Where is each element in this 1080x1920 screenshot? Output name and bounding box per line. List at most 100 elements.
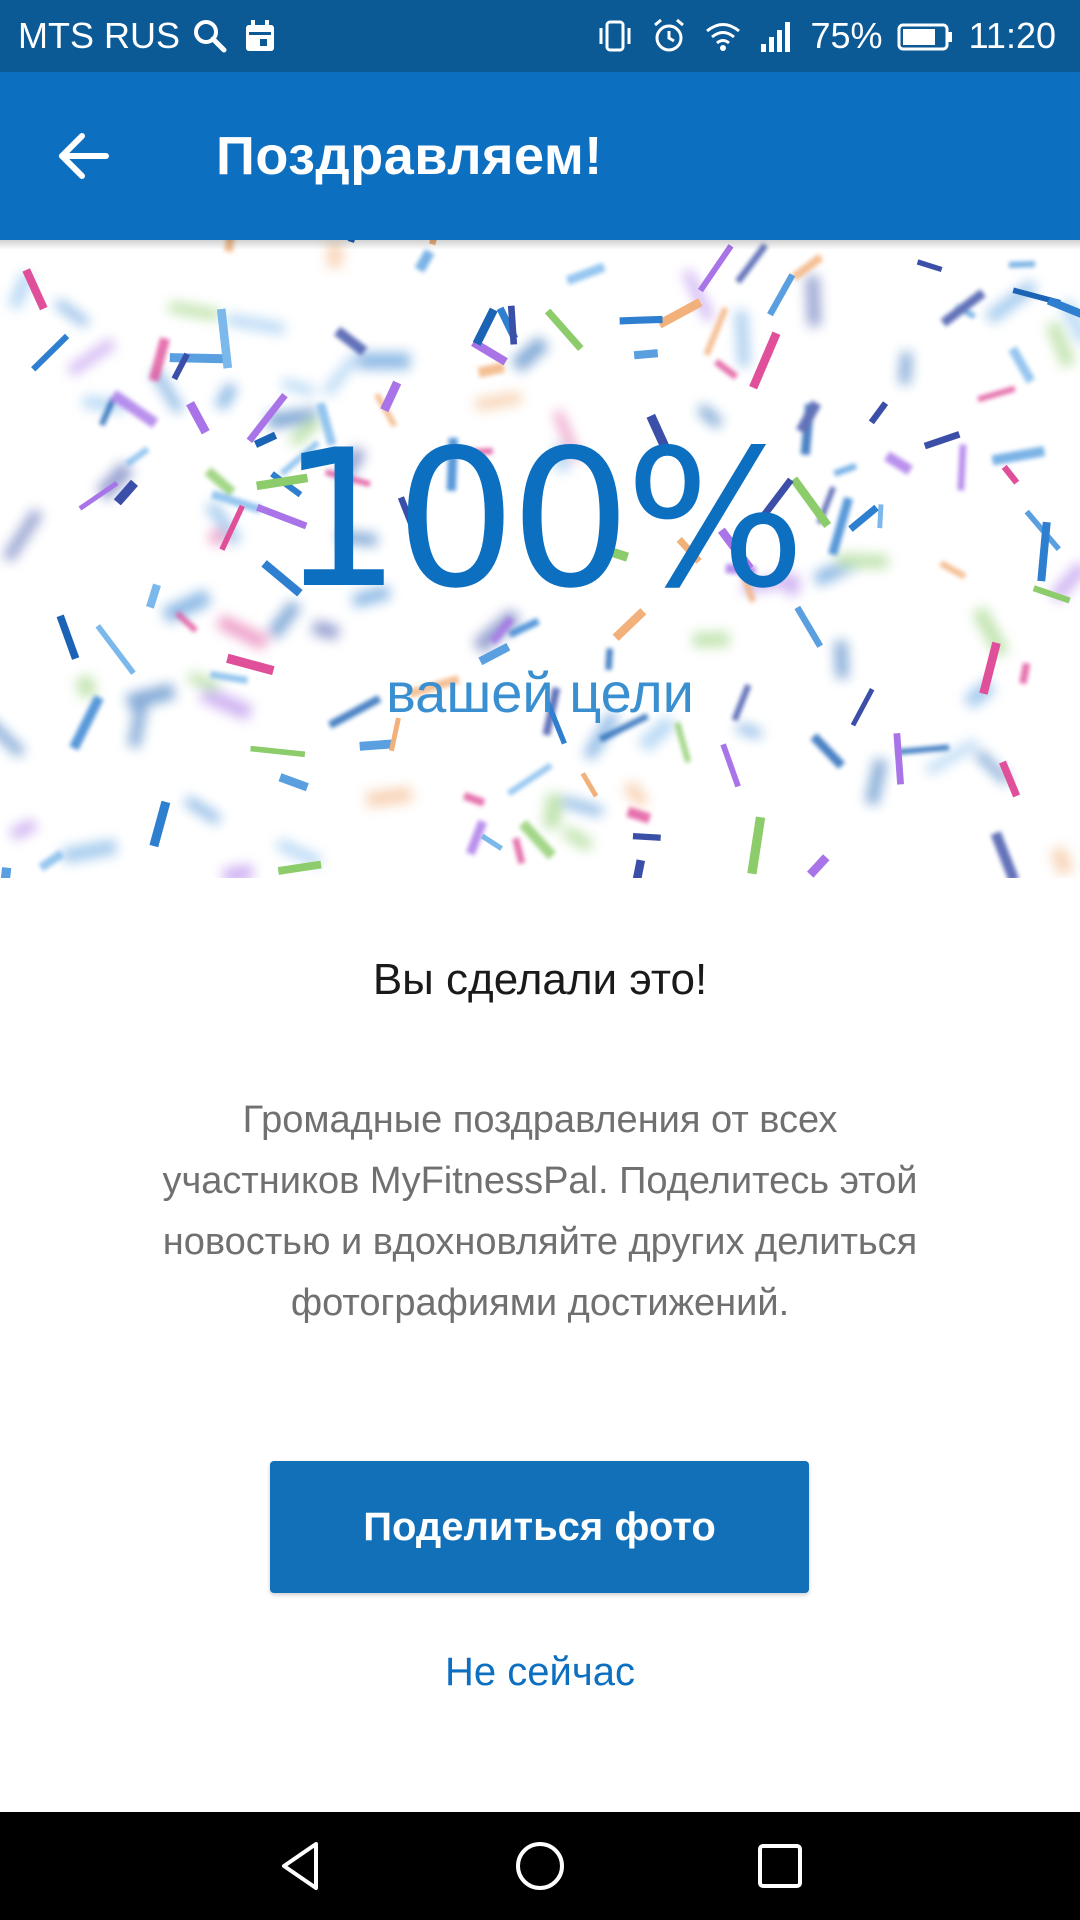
confetti-piece bbox=[250, 745, 306, 758]
confetti-piece bbox=[174, 611, 198, 633]
confetti-piece bbox=[414, 249, 435, 273]
confetti-piece bbox=[626, 806, 652, 824]
confetti-piece bbox=[1008, 261, 1036, 268]
confetti-piece bbox=[735, 243, 768, 284]
confetti-piece bbox=[916, 259, 943, 273]
confetti-piece bbox=[38, 849, 65, 872]
confetti-piece bbox=[990, 831, 1019, 878]
confetti-piece bbox=[692, 632, 730, 648]
confetti-piece bbox=[984, 279, 1038, 325]
status-bar: MTS RUS 75% 11:20 bbox=[0, 0, 1080, 72]
nav-back-button[interactable] bbox=[270, 1836, 330, 1896]
confetti-piece bbox=[277, 860, 322, 875]
confetti-piece bbox=[565, 262, 606, 286]
confetti-piece bbox=[749, 331, 781, 390]
confetti-piece bbox=[22, 268, 48, 311]
confetti-piece bbox=[480, 833, 503, 851]
confetti-piece bbox=[899, 351, 913, 385]
home-circle-icon bbox=[516, 1842, 564, 1890]
page-title: Поздравляем! bbox=[216, 126, 603, 186]
confetti-piece bbox=[518, 819, 556, 860]
confetti-piece bbox=[807, 854, 830, 878]
carrier-name: MTS RUS bbox=[18, 15, 180, 56]
confetti-piece bbox=[810, 733, 845, 769]
clock: 11:20 bbox=[968, 15, 1056, 56]
arrow-back-icon bbox=[59, 133, 109, 179]
confetti-piece bbox=[7, 271, 34, 310]
confetti-piece bbox=[674, 721, 692, 763]
share-photo-button[interactable]: Поделиться фото bbox=[270, 1461, 809, 1593]
confetti-piece bbox=[868, 401, 889, 425]
confetti-piece bbox=[462, 792, 486, 807]
confetti-piece bbox=[542, 793, 564, 830]
goal-caption: вашей цели bbox=[386, 661, 694, 724]
confetti-piece bbox=[281, 378, 316, 397]
confetti-piece bbox=[1046, 296, 1080, 318]
wifi-icon bbox=[703, 16, 743, 56]
confetti-piece bbox=[865, 758, 888, 806]
nav-home-button[interactable] bbox=[510, 1836, 570, 1896]
search-icon bbox=[190, 16, 230, 56]
confetti-piece bbox=[9, 818, 38, 841]
confetti-piece bbox=[897, 744, 950, 755]
battery-percent: 75% bbox=[810, 15, 883, 56]
confetti-piece bbox=[561, 825, 594, 852]
confetti-piece bbox=[1050, 846, 1074, 876]
alarm-icon bbox=[649, 16, 689, 56]
confetti-piece bbox=[226, 313, 286, 335]
confetti-piece bbox=[632, 833, 661, 841]
confetti-piece bbox=[657, 298, 703, 329]
confetti-piece bbox=[512, 837, 526, 865]
recents-square-icon bbox=[758, 1844, 802, 1888]
confetti-piece bbox=[365, 786, 413, 808]
confetti-piece bbox=[475, 391, 523, 411]
confetti-piece bbox=[940, 289, 986, 327]
navigation-bar bbox=[0, 1812, 1080, 1920]
confetti-piece bbox=[61, 839, 118, 864]
app-bar: Поздравляем! bbox=[0, 72, 1080, 240]
nav-recents-button[interactable] bbox=[750, 1836, 810, 1896]
confetti-piece bbox=[334, 326, 368, 356]
confetti-piece bbox=[747, 816, 766, 875]
congrats-message: Громадные поздравления от всех участнико… bbox=[162, 1099, 918, 1324]
app-bar-shadow bbox=[0, 240, 1080, 250]
confetti-piece bbox=[622, 779, 650, 809]
confetti-piece bbox=[697, 244, 734, 293]
confetti-piece bbox=[222, 863, 254, 878]
confetti-piece bbox=[214, 382, 239, 411]
confetti-piece bbox=[507, 762, 553, 796]
confetti-piece bbox=[0, 867, 12, 878]
confetti-piece bbox=[544, 308, 584, 351]
hero-confetti: 100% вашей цели bbox=[0, 240, 1080, 878]
confetti-piece bbox=[580, 772, 599, 798]
confetti-piece bbox=[507, 305, 518, 345]
confetti-piece bbox=[183, 795, 222, 825]
status-right: 75% 11:20 bbox=[595, 0, 1056, 72]
back-button[interactable] bbox=[44, 116, 124, 196]
confetti-piece bbox=[148, 337, 170, 382]
confetti-piece bbox=[67, 338, 116, 377]
goal-percent: 100% bbox=[280, 409, 805, 630]
signal-icon bbox=[757, 16, 797, 56]
confetti-piece bbox=[472, 307, 498, 346]
confetti-piece bbox=[893, 733, 904, 785]
confetti-piece bbox=[471, 338, 508, 366]
confetti-piece bbox=[791, 253, 824, 281]
headline: Вы сделали это! bbox=[372, 955, 708, 1004]
vibrate-icon bbox=[595, 16, 635, 56]
confetti-piece bbox=[54, 298, 90, 328]
back-triangle-icon bbox=[282, 1842, 318, 1890]
confetti-piece bbox=[322, 353, 360, 397]
confetti-piece bbox=[510, 335, 550, 373]
confetti-piece bbox=[1046, 320, 1076, 368]
confetti-piece bbox=[619, 315, 663, 325]
confetti-piece bbox=[359, 739, 395, 751]
not-now-button[interactable]: Не сейчас bbox=[0, 1650, 1080, 1695]
confetti-piece bbox=[216, 614, 269, 651]
confetti-piece bbox=[31, 333, 70, 372]
confetti-piece bbox=[276, 838, 323, 868]
confetti-piece bbox=[736, 722, 763, 739]
confetti-piece bbox=[735, 310, 750, 367]
confetti-piece bbox=[477, 362, 506, 378]
confetti-piece bbox=[168, 301, 221, 321]
